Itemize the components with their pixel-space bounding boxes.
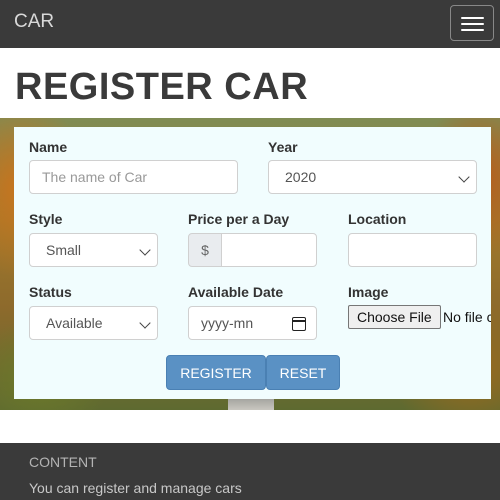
menu-toggle-button[interactable] — [450, 5, 494, 41]
name-placeholder: The name of Car — [42, 169, 148, 185]
name-input[interactable]: The name of Car — [29, 160, 238, 194]
footer: CONTENT You can register and manage cars — [0, 443, 500, 500]
year-label: Year — [268, 139, 298, 155]
page-title: REGISTER CAR — [15, 66, 309, 108]
register-form: Name The name of Car Year 2020 Style Sma… — [14, 127, 491, 399]
register-button[interactable]: REGISTER — [166, 355, 266, 390]
calendar-icon[interactable] — [292, 317, 306, 331]
currency-symbol: $ — [201, 242, 209, 258]
footer-text: You can register and manage cars — [29, 480, 242, 496]
year-value: 2020 — [285, 169, 317, 185]
chevron-down-icon — [139, 244, 151, 256]
location-input[interactable] — [348, 233, 477, 267]
location-label: Location — [348, 211, 407, 227]
currency-addon: $ — [188, 233, 222, 267]
chevron-down-icon — [458, 171, 470, 183]
hamburger-icon — [461, 17, 484, 19]
brand-link[interactable]: CAR — [14, 11, 54, 33]
available-date-label: Available Date — [188, 284, 284, 300]
available-date-input[interactable]: yyyy-mn — [188, 306, 317, 340]
status-label: Status — [29, 284, 72, 300]
price-label: Price per a Day — [188, 211, 290, 227]
status-select[interactable]: Available — [29, 306, 158, 340]
price-input[interactable] — [221, 233, 317, 267]
date-placeholder: yyyy-mn — [201, 315, 254, 331]
footer-title: CONTENT — [29, 454, 97, 470]
navbar: CAR — [0, 0, 500, 48]
style-value: Small — [46, 242, 82, 258]
file-status-text: No file chosen — [443, 309, 491, 325]
year-select[interactable]: 2020 — [268, 160, 477, 194]
status-value: Available — [46, 315, 103, 331]
image-label: Image — [348, 284, 389, 300]
style-label: Style — [29, 211, 63, 227]
style-select[interactable]: Small — [29, 233, 158, 267]
name-label: Name — [29, 139, 68, 155]
chevron-down-icon — [139, 317, 151, 329]
reset-button[interactable]: RESET — [266, 355, 340, 390]
choose-file-button[interactable]: Choose File — [348, 305, 441, 329]
